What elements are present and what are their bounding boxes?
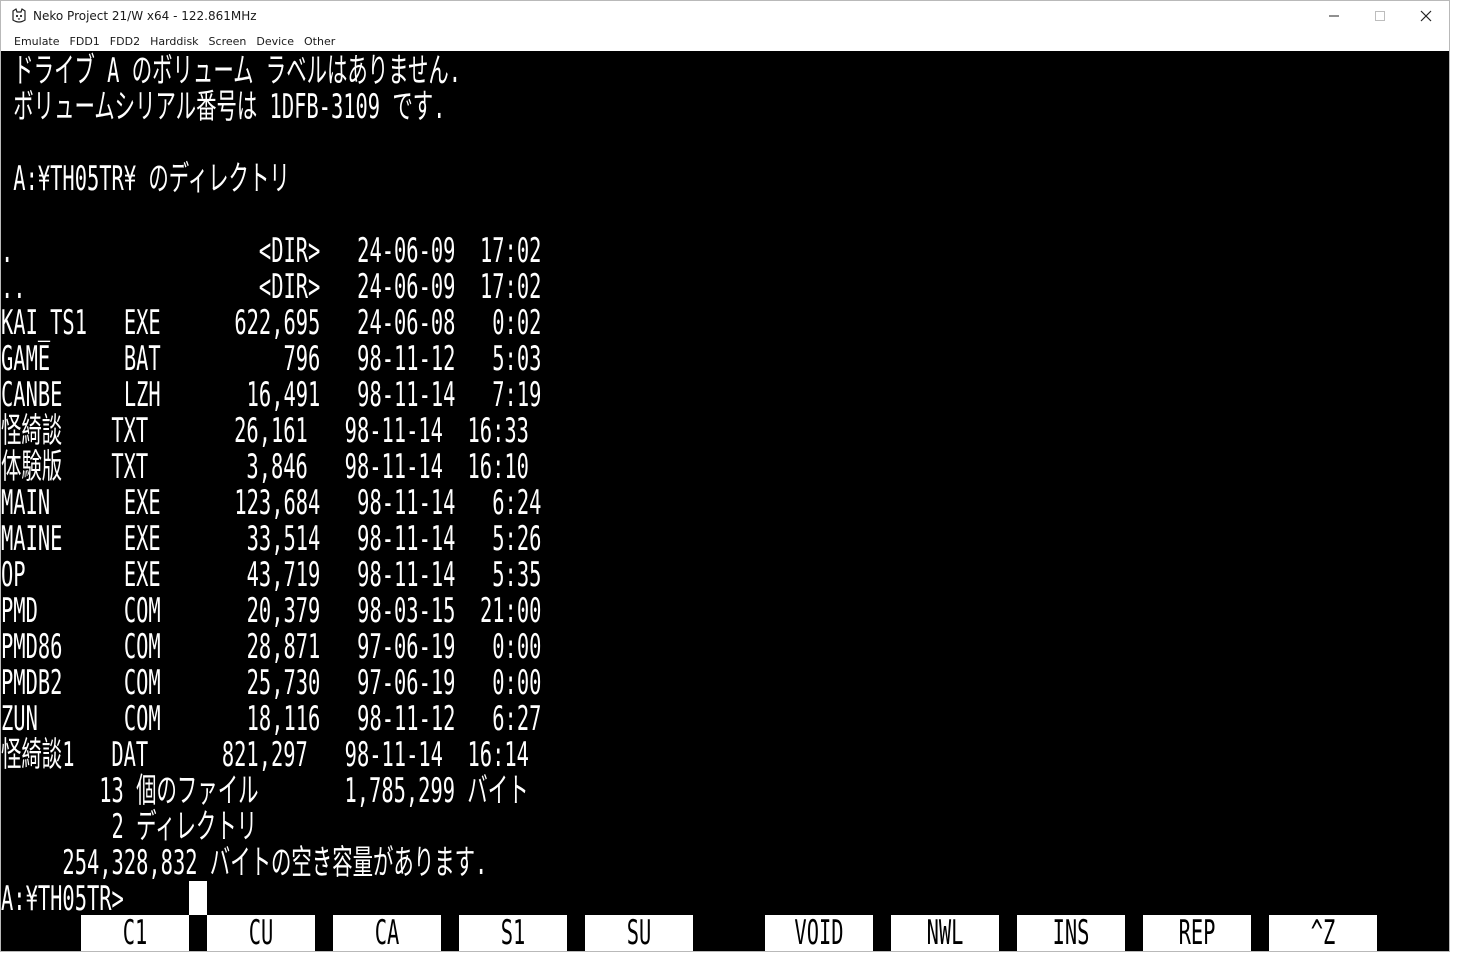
fkey-label: CU	[248, 915, 274, 951]
maximize-button[interactable]	[1357, 1, 1403, 31]
terminal-line: .. <DIR> 24-06-09 17:02	[1, 267, 542, 307]
emulator-window: Neko Project 21/W x64 - 122.861MHz Emula…	[0, 0, 1450, 952]
terminal-line: ドライブ A のボリューム ラベルはありません.	[1, 51, 462, 91]
fkey-f3[interactable]: CA	[333, 915, 441, 951]
fkey-label: INS	[1052, 915, 1090, 951]
fkey-label: VOID	[794, 915, 844, 951]
terminal-line: 254,328,832 バイトの空き容量があります.	[1, 843, 488, 883]
fkey-label: CA	[374, 915, 400, 951]
terminal-line: . <DIR> 24-06-09 17:02	[1, 231, 542, 271]
terminal-line: 怪綺談1 DAT 821,297 98-11-14 16:14	[1, 735, 529, 775]
fkey-label: SU	[626, 915, 652, 951]
terminal-line: CANBE LZH 16,491 98-11-14 7:19	[1, 375, 542, 415]
minimize-button[interactable]	[1311, 1, 1357, 31]
terminal-line: MAINE EXE 33,514 98-11-14 5:26	[1, 519, 542, 559]
minimize-icon	[1329, 15, 1339, 17]
terminal-line: 体験版 TXT 3,846 98-11-14 16:10	[1, 447, 529, 487]
close-button[interactable]	[1403, 1, 1449, 31]
terminal-line: ボリュームシリアル番号は 1DFB-3109 です.	[1, 87, 446, 127]
menu-other[interactable]: Other	[299, 33, 340, 50]
cat-icon	[11, 8, 27, 24]
fkey-label: REP	[1178, 915, 1216, 951]
menu-fdd2[interactable]: FDD2	[105, 33, 145, 50]
terminal-line: PMD86 COM 28,871 97-06-19 0:00	[1, 627, 542, 667]
fkey-f9[interactable]: REP	[1143, 915, 1251, 951]
menu-device[interactable]: Device	[251, 33, 299, 50]
terminal-line: KAI_TS1 EXE 622,695 24-06-08 0:02	[1, 303, 542, 343]
fkey-f10[interactable]: ^Z	[1269, 915, 1377, 951]
menu-screen[interactable]: Screen	[204, 33, 252, 50]
terminal-line: 2 ディレクトリ	[1, 807, 258, 847]
emulator-screen[interactable]: ドライブ A のボリューム ラベルはありません. ボリュームシリアル番号は 1D…	[1, 51, 1449, 951]
menu-harddisk[interactable]: Harddisk	[145, 33, 203, 50]
maximize-icon	[1375, 11, 1385, 21]
terminal-line: OP EXE 43,719 98-11-14 5:35	[1, 555, 542, 595]
menu-bar: Emulate FDD1 FDD2 Harddisk Screen Device…	[1, 31, 1449, 51]
terminal-line: ZUN COM 18,116 98-11-12 6:27	[1, 699, 542, 739]
window-title: Neko Project 21/W x64 - 122.861MHz	[33, 9, 257, 23]
fkey-label: NWL	[926, 915, 964, 951]
terminal-line: 怪綺談 TXT 26,161 98-11-14 16:33	[1, 411, 529, 451]
window-controls	[1311, 1, 1449, 31]
fkey-label: S1	[500, 915, 526, 951]
fkey-f1[interactable]: C1	[81, 915, 189, 951]
terminal-line: MAIN EXE 123,684 98-11-14 6:24	[1, 483, 542, 523]
fkey-label: C1	[122, 915, 148, 951]
text-cursor	[189, 881, 207, 915]
terminal-line: 13 個のファイル 1,785,299 バイト	[1, 771, 529, 811]
fkey-f4[interactable]: S1	[459, 915, 567, 951]
fkey-f5[interactable]: SU	[585, 915, 693, 951]
fkey-f7[interactable]: NWL	[891, 915, 999, 951]
command-prompt[interactable]: A:¥TH05TR>	[1, 881, 124, 917]
fkey-f6[interactable]: VOID	[765, 915, 873, 951]
title-bar[interactable]: Neko Project 21/W x64 - 122.861MHz	[1, 1, 1449, 31]
fkey-f8[interactable]: INS	[1017, 915, 1125, 951]
terminal-line: A:¥TH05TR¥ のディレクトリ	[1, 159, 290, 199]
menu-emulate[interactable]: Emulate	[9, 33, 65, 50]
terminal-line: GAME BAT 796 98-11-12 5:03	[1, 339, 542, 379]
fkey-label: ^Z	[1310, 915, 1336, 951]
close-icon	[1420, 10, 1432, 22]
menu-fdd1[interactable]: FDD1	[65, 33, 105, 50]
terminal-line: PMD COM 20,379 98-03-15 21:00	[1, 591, 542, 631]
terminal-line: PMDB2 COM 25,730 97-06-19 0:00	[1, 663, 542, 703]
fkey-f2[interactable]: CU	[207, 915, 315, 951]
